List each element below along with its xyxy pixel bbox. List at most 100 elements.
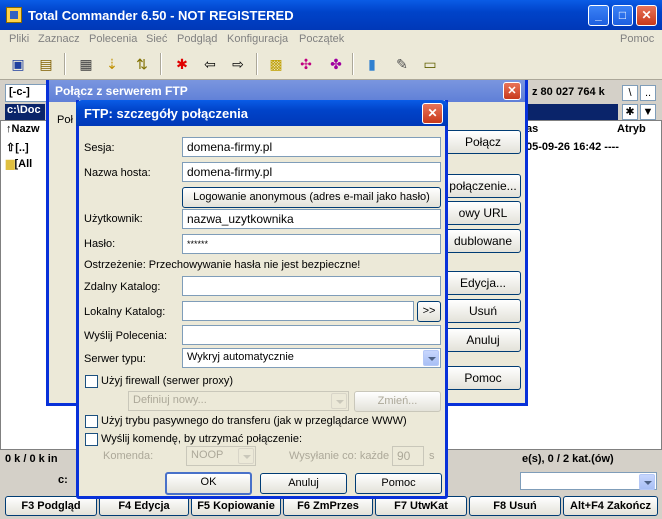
password-input[interactable]: ****** (182, 234, 441, 254)
firewall-label: Użyj firewall (serwer proxy) (101, 375, 234, 387)
passive-mode-label: Użyj trybu pasywnego do transferu (jak w… (101, 415, 407, 427)
status-left: 0 k / 0 k in (5, 453, 58, 465)
f7-mkdir-button[interactable]: F7 UtwKat (375, 496, 467, 516)
menu-polecenia[interactable]: Polecenia (89, 33, 137, 45)
maximize-button[interactable]: □ (612, 5, 633, 26)
firewall-select[interactable]: Definiuj nowy... (128, 391, 349, 411)
list-item[interactable]: ⇧[..] (6, 141, 29, 154)
up-folder-icon: ⇧ (6, 142, 16, 154)
notepad-icon[interactable]: ▮ (362, 54, 382, 74)
tree-icon[interactable]: ▤ (36, 54, 56, 74)
host-label: Nazwa hosta: (84, 167, 151, 179)
menu-zaznacz[interactable]: Zaznacz (38, 33, 80, 45)
interval-input[interactable]: 90 (392, 446, 424, 466)
remote-dir-label: Zdalny Katalog: (84, 281, 161, 293)
menu-konfiguracja[interactable]: Konfiguracja (227, 33, 288, 45)
ftp-connect-title: Połącz z serwerem FTP (55, 84, 188, 98)
password-warning: Ostrzeżenie: Przechowywanie hasła nie je… (84, 259, 361, 271)
f5-copy-button[interactable]: F5 Kopiowanie (191, 496, 281, 516)
edit-icon[interactable]: ✎ (392, 54, 412, 74)
drive-free-space: z 80 027 764 k (532, 86, 605, 98)
browse-local-dir-button[interactable]: >> (417, 301, 441, 322)
ftp-details-dialog: FTP: szczegóły połączenia ✕ Sesja: domen… (76, 100, 448, 499)
back-arrow-icon[interactable]: ⇦ (200, 54, 220, 74)
local-dir-input[interactable] (182, 301, 414, 321)
brief-view-icon[interactable]: ▦ (76, 54, 96, 74)
cancel-button[interactable]: Anuluj (260, 473, 347, 494)
menu-podglad[interactable]: Podgląd (177, 33, 217, 45)
ftp-connect-icon[interactable]: ✣ (296, 54, 316, 74)
new-connection-button[interactable]: połączenie... (445, 174, 521, 198)
close-button[interactable]: ✕ (636, 5, 657, 26)
ftp-connect-titlebar: Połącz z serwerem FTP ✕ (49, 80, 525, 102)
ok-button[interactable]: OK (165, 472, 252, 495)
session-input[interactable]: domena-firmy.pl (182, 137, 441, 157)
left-path: c:\Doc (5, 104, 45, 120)
send-commands-input[interactable] (182, 325, 441, 345)
delete-button[interactable]: Usuń (445, 299, 521, 323)
menu-pliki[interactable]: Pliki (9, 33, 29, 45)
command-prefix: c: (58, 474, 68, 486)
pack-icon[interactable]: ▩ (266, 54, 286, 74)
column-name[interactable]: ↑Nazw (6, 123, 40, 135)
new-url-button[interactable]: owy URL (445, 201, 521, 225)
chevron-down-icon (331, 393, 347, 409)
connect-label: Poł (57, 114, 73, 126)
keepalive-checkbox[interactable] (85, 433, 98, 446)
session-label: Sesja: (84, 142, 115, 154)
minimize-button[interactable]: _ (588, 5, 609, 26)
keepalive-label: Wyślij komendę, by utrzymać połączenie: (101, 433, 303, 445)
root-dir-button[interactable]: \ (622, 85, 638, 101)
invert-selection-icon[interactable]: ✱ (172, 54, 192, 74)
parent-dir-button[interactable]: .. (640, 85, 656, 101)
chevron-down-icon[interactable] (423, 350, 439, 366)
menu-poczatek[interactable]: Początek (299, 33, 344, 45)
command-label: Komenda: (103, 450, 154, 462)
firewall-checkbox[interactable] (85, 375, 98, 388)
history-star-button[interactable]: ✱ (622, 104, 638, 120)
menu-siec[interactable]: Sieć (146, 33, 167, 45)
edit-button[interactable]: Edycja... (445, 271, 521, 295)
f3-view-button[interactable]: F3 Podgląd (5, 496, 97, 516)
user-input[interactable]: nazwa_uzytkownika (182, 209, 441, 229)
change-firewall-button[interactable]: Zmień... (354, 391, 441, 412)
list-item-date: 05-09-26 16:42 ---- (526, 141, 619, 153)
passive-mode-checkbox[interactable] (85, 415, 98, 428)
f8-delete-button[interactable]: F8 Usuń (469, 496, 561, 516)
cancel-connect-button[interactable]: Anuluj (445, 328, 521, 352)
duplicate-button[interactable]: dublowane (445, 229, 521, 253)
history-dropdown-button[interactable]: ▼ (640, 104, 656, 120)
ftp-connect-close-button[interactable]: ✕ (503, 82, 521, 100)
user-label: Użytkownik: (84, 213, 143, 225)
help-connect-button[interactable]: Pomoc (445, 366, 521, 390)
forward-arrow-icon[interactable]: ⇨ (228, 54, 248, 74)
interval-label: Wysyłanie co: każde (289, 450, 390, 462)
ftp-details-titlebar: FTP: szczegóły połączenia ✕ (76, 100, 448, 126)
command-input[interactable] (520, 472, 657, 490)
dos-icon[interactable]: ▭ (420, 54, 440, 74)
interval-unit: s (429, 450, 435, 462)
anonymous-login-button[interactable]: Logowanie anonymous (adres e-mail jako h… (182, 187, 441, 208)
chevron-down-icon[interactable] (639, 474, 655, 490)
menubar: Pliki Zaznacz Polecenia Sieć Podgląd Kon… (0, 30, 662, 48)
f4-edit-button[interactable]: F4 Edycja (99, 496, 189, 516)
refresh-icon[interactable]: ▣ (8, 54, 28, 74)
help-button[interactable]: Pomoc (355, 473, 442, 494)
ftp-new-icon[interactable]: ✤ (326, 54, 346, 74)
dialog-close-button[interactable]: ✕ (422, 103, 443, 124)
command-select[interactable]: NOOP (186, 446, 256, 466)
host-input[interactable]: domena-firmy.pl (182, 162, 441, 182)
drive-select[interactable]: [-c-] (5, 84, 47, 102)
full-view-icon[interactable]: ⇣ (102, 54, 122, 74)
server-type-select[interactable]: Wykryj automatycznie (182, 348, 441, 368)
connect-button[interactable]: Połącz (445, 130, 521, 154)
altf4-exit-button[interactable]: Alt+F4 Zakończ (563, 496, 658, 516)
column-attr[interactable]: Atryb (617, 123, 646, 135)
tree-view-icon[interactable]: ⇅ (132, 54, 152, 74)
f6-move-button[interactable]: F6 ZmPrzes (283, 496, 373, 516)
send-commands-label: Wyślij Polecenia: (84, 330, 168, 342)
right-path (522, 104, 618, 120)
list-item[interactable]: ▆[All (6, 157, 32, 170)
menu-pomoc[interactable]: Pomoc (620, 33, 654, 45)
remote-dir-input[interactable] (182, 276, 441, 296)
